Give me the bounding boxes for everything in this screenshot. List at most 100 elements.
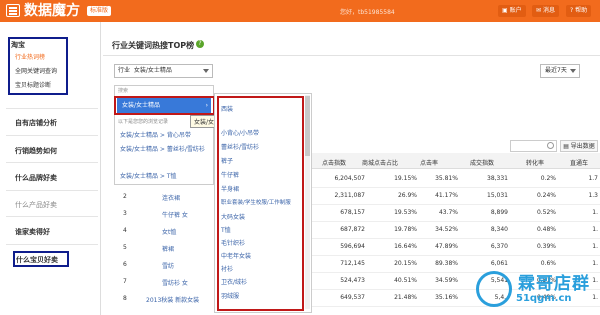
rank-number: 2 bbox=[123, 193, 127, 200]
table-cell: 35.81% bbox=[435, 175, 458, 182]
history-item[interactable]: 女装/女士精品 > 蕾丝衫/雪纺衫 bbox=[120, 145, 212, 154]
scrollbar-thumb[interactable] bbox=[305, 96, 310, 156]
table-row[interactable] bbox=[312, 221, 600, 222]
sidebar-item-title-diagnosis[interactable]: 宝贝标题诊断 bbox=[12, 80, 51, 92]
column-header-ctr[interactable]: 点击率 bbox=[420, 158, 438, 167]
table-cell: 0.2% bbox=[540, 175, 556, 182]
help-button[interactable]: ? 帮助 bbox=[566, 5, 592, 17]
keyword-link[interactable]: 连衣裙 bbox=[162, 193, 180, 202]
chevron-down-icon bbox=[570, 69, 576, 73]
table-cell: 712,145 bbox=[340, 260, 365, 267]
sidebar-section-sellers[interactable]: 谁家卖得好 bbox=[15, 227, 50, 237]
subcategory-option[interactable]: T恤 bbox=[221, 225, 231, 234]
table-cell: 6,204,507 bbox=[334, 175, 365, 182]
table-cell: 649,537 bbox=[340, 294, 365, 301]
category-select-label: 行业 bbox=[118, 67, 131, 74]
subcategory-option[interactable]: 牛仔裤 bbox=[221, 170, 239, 179]
subcategory-option[interactable]: 蕾丝衫/雪纺衫 bbox=[221, 142, 259, 151]
table-cell: 1.7 bbox=[588, 175, 598, 182]
table-cell: 8,899 bbox=[490, 209, 508, 216]
subcategory-option[interactable]: 小背心/小吊带 bbox=[221, 128, 259, 137]
logo-icon bbox=[6, 4, 20, 17]
table-cell: 0.39% bbox=[536, 243, 556, 250]
mail-icon: ✉ bbox=[536, 7, 542, 14]
table-cell: 26.9% bbox=[397, 192, 417, 199]
keyword-link[interactable]: 2013秋装 新款女装 bbox=[146, 295, 199, 304]
table-cell: 20.15% bbox=[394, 260, 417, 267]
export-icon: ▤ bbox=[563, 143, 569, 150]
help-icon[interactable]: ? bbox=[196, 40, 204, 48]
table-cell: 40.51% bbox=[394, 277, 417, 284]
divider bbox=[103, 55, 600, 56]
keyword-link[interactable]: 雪纺衫 女 bbox=[162, 278, 188, 287]
subcategory-option[interactable]: 中老年女装 bbox=[221, 251, 251, 260]
sidebar-section-products[interactable]: 什么产品好卖 bbox=[15, 200, 57, 210]
subcategory-option[interactable]: 衬衫 bbox=[221, 264, 233, 273]
column-header-deal-index[interactable]: 成交指数 bbox=[470, 158, 494, 167]
subcategory-option[interactable]: 职业套装/学生校服/工作制服 bbox=[221, 198, 291, 206]
table-cell: 15,031 bbox=[487, 192, 508, 199]
sidebar-group-title: 淘宝 bbox=[11, 41, 25, 49]
table-header bbox=[312, 153, 600, 169]
table-row[interactable] bbox=[312, 255, 600, 256]
rank-number: 3 bbox=[123, 210, 127, 217]
page-title: 行业关键词热搜TOP榜 bbox=[112, 41, 195, 50]
table-cell: 34.52% bbox=[435, 226, 458, 233]
history-item[interactable]: 女装/女士精品 > 背心吊带 bbox=[120, 130, 191, 139]
sidebar-item-keyword-query[interactable]: 全网关键词查询 bbox=[12, 66, 57, 78]
column-header-conversion[interactable]: 转化率 bbox=[526, 158, 544, 167]
table-row[interactable] bbox=[312, 187, 600, 188]
subcategory-option[interactable]: 毛针织衫 bbox=[221, 238, 245, 247]
category-select[interactable]: 行业 女装/女士精品 bbox=[114, 64, 213, 78]
column-header-mall-share[interactable]: 商城点击占比 bbox=[362, 158, 398, 167]
keyword-link[interactable]: 女t恤 bbox=[162, 227, 176, 236]
account-button[interactable]: ▣ 账户 bbox=[498, 5, 526, 17]
table-cell: 1. bbox=[592, 209, 598, 216]
table-cell: 21.48% bbox=[394, 294, 417, 301]
table-cell: 0.24% bbox=[536, 192, 556, 199]
subcategory-option[interactable]: 大码女装 bbox=[221, 212, 245, 221]
sidebar-section-items[interactable]: 什么宝贝好卖 bbox=[16, 255, 58, 265]
period-select-value: 最近7天 bbox=[545, 67, 567, 74]
table-row[interactable] bbox=[312, 204, 600, 205]
keyword-link[interactable]: 雪纺 bbox=[162, 261, 174, 270]
keyword-link[interactable]: 裤裙 bbox=[162, 244, 174, 253]
sidebar-section-brands[interactable]: 什么品牌好卖 bbox=[15, 173, 57, 183]
subcategory-option[interactable]: 西装 bbox=[221, 104, 233, 113]
table-cell: 41.17% bbox=[435, 192, 458, 199]
app-logo-text: 数据魔方 bbox=[24, 3, 80, 19]
divider bbox=[6, 162, 98, 163]
cascade-label: 搜索 bbox=[118, 88, 129, 94]
watermark-url: 51qgm.cn bbox=[516, 293, 572, 304]
table-cell: 678,157 bbox=[340, 209, 365, 216]
table-cell: 596,694 bbox=[340, 243, 365, 250]
rank-number: 7 bbox=[123, 278, 127, 285]
divider bbox=[6, 216, 98, 217]
divider bbox=[6, 190, 98, 191]
sidebar-section-sales-trend[interactable]: 行销趋势如何 bbox=[15, 146, 57, 156]
subcategory-option[interactable]: 羽绒服 bbox=[221, 291, 239, 300]
watermark: 霖哥店群 51qgm.cn bbox=[476, 265, 598, 313]
table-row[interactable] bbox=[312, 238, 600, 239]
divider bbox=[6, 244, 98, 245]
sidebar-group-taobao: 淘宝 bbox=[11, 40, 96, 50]
sidebar-section-own-store[interactable]: 自有店铺分析 bbox=[15, 118, 57, 128]
period-select[interactable]: 最近7天 bbox=[540, 64, 580, 78]
table-cell: 19.15% bbox=[394, 175, 417, 182]
table-cell: 16.64% bbox=[394, 243, 417, 250]
search-icon[interactable] bbox=[547, 142, 554, 149]
sidebar-item-hot-keywords[interactable]: 行业热词榜 bbox=[12, 52, 45, 64]
help-icon: ? bbox=[570, 7, 574, 14]
export-data-button[interactable]: ▤ 导出数据 bbox=[560, 140, 598, 152]
history-item[interactable]: 女装/女士精品 > T恤 bbox=[120, 171, 177, 180]
subcategory-option[interactable]: 裤子 bbox=[221, 156, 233, 165]
messages-button[interactable]: ✉ 消息 bbox=[532, 5, 559, 17]
column-header-click-index[interactable]: 点击指数 bbox=[322, 158, 346, 167]
subcategory-option[interactable]: 半身裙 bbox=[221, 184, 239, 193]
subcategory-option[interactable]: 卫衣/绒衫 bbox=[221, 277, 247, 286]
table-cell: 38,331 bbox=[487, 175, 508, 182]
keyword-link[interactable]: 牛仔裤 女 bbox=[162, 210, 188, 219]
table-cell: 687,872 bbox=[340, 226, 365, 233]
table-cell: 2,311,087 bbox=[334, 192, 365, 199]
column-header-ztc[interactable]: 直通车 bbox=[570, 158, 588, 167]
